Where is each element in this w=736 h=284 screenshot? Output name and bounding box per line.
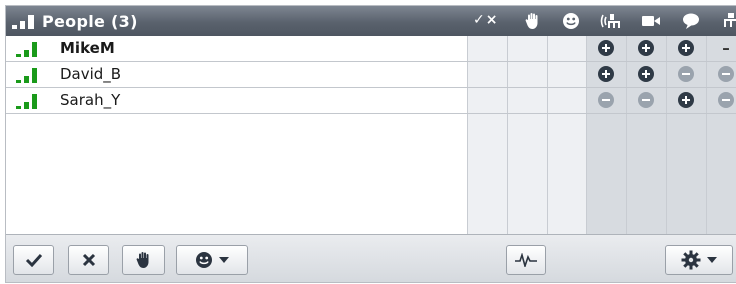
signal-bars-icon bbox=[16, 67, 50, 83]
table-row[interactable]: David_B bbox=[6, 62, 736, 88]
mood-dropdown-button[interactable] bbox=[176, 245, 248, 275]
table-row[interactable]: MikeM – bbox=[6, 36, 736, 62]
participant-name: Sarah_Y bbox=[60, 91, 121, 109]
chevron-down-icon bbox=[219, 257, 229, 263]
smiley-icon[interactable] bbox=[552, 10, 590, 32]
raise-hand-button[interactable] bbox=[122, 245, 165, 275]
audio-permission-minus-icon[interactable] bbox=[598, 92, 614, 108]
activity-icon bbox=[515, 253, 537, 267]
raise-hand-icon[interactable] bbox=[514, 10, 552, 32]
audio-icon[interactable] bbox=[592, 10, 630, 32]
video-permission-plus-icon[interactable] bbox=[638, 66, 654, 82]
participant-name: David_B bbox=[60, 65, 122, 83]
share-permission-minus-icon[interactable] bbox=[718, 66, 734, 82]
participant-list: MikeM – David_B Sarah_Y bbox=[6, 36, 736, 234]
chat-permission-minus-icon[interactable] bbox=[678, 66, 694, 82]
connection-status-button[interactable] bbox=[506, 245, 546, 275]
close-icon bbox=[82, 253, 95, 267]
check-icon bbox=[25, 253, 42, 267]
share-permission-none: – bbox=[722, 39, 730, 57]
signal-bars-icon bbox=[16, 41, 50, 57]
chat-permission-plus-icon[interactable] bbox=[678, 40, 694, 56]
settings-dropdown-button[interactable] bbox=[665, 245, 733, 275]
signal-icon bbox=[12, 15, 36, 29]
share-icon[interactable] bbox=[712, 10, 736, 32]
audio-permission-plus-icon[interactable] bbox=[598, 66, 614, 82]
approve-button[interactable] bbox=[13, 245, 54, 275]
people-panel: People (3) ✓× MikeM – David_B Sarah_Y bbox=[5, 5, 736, 283]
video-permission-minus-icon[interactable] bbox=[638, 92, 654, 108]
deny-button[interactable] bbox=[68, 245, 109, 275]
panel-title: People (3) bbox=[42, 12, 138, 31]
smiley-icon bbox=[196, 252, 212, 268]
bottom-toolbar bbox=[6, 234, 736, 282]
video-permission-plus-icon[interactable] bbox=[638, 40, 654, 56]
share-permission-minus-icon[interactable] bbox=[718, 92, 734, 108]
video-icon[interactable] bbox=[632, 10, 670, 32]
chat-icon[interactable] bbox=[672, 10, 710, 32]
audio-permission-plus-icon[interactable] bbox=[598, 40, 614, 56]
table-row[interactable]: Sarah_Y bbox=[6, 88, 736, 114]
raise-hand-icon bbox=[136, 252, 148, 268]
participant-name: MikeM bbox=[60, 39, 115, 57]
gear-icon bbox=[681, 250, 701, 270]
check-x-icon[interactable]: ✓× bbox=[473, 12, 498, 28]
chat-permission-plus-icon[interactable] bbox=[678, 92, 694, 108]
signal-bars-icon bbox=[16, 93, 50, 109]
chevron-down-icon bbox=[707, 257, 717, 263]
panel-header: People (3) ✓× bbox=[6, 6, 736, 36]
